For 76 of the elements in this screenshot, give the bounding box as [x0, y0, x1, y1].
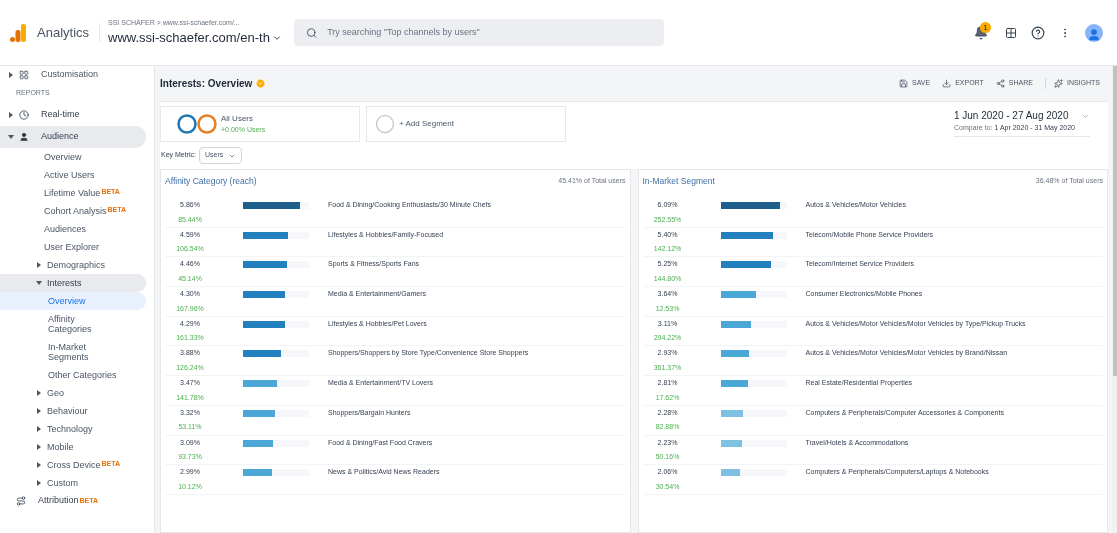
- nav-item[interactable]: Overview: [0, 147, 146, 166]
- nav-item[interactable]: Behaviour: [0, 401, 146, 420]
- nav-label: Real-time: [41, 107, 80, 121]
- caret-icon[interactable]: [36, 443, 42, 450]
- caret-icon[interactable]: [8, 71, 14, 78]
- nav-label: Lifetime Value: [44, 187, 101, 198]
- nav-label: Overview: [44, 151, 82, 162]
- segment-circles-icon: [177, 114, 217, 134]
- nav-label: Technology: [47, 423, 93, 434]
- nav-item[interactable]: Geo: [0, 383, 146, 402]
- nav-item[interactable]: Audience: [0, 125, 146, 148]
- sparkle-icon: [1053, 79, 1063, 88]
- nav-item[interactable]: Custom: [0, 473, 146, 492]
- nav-item[interactable]: Affinity Categories: [0, 309, 146, 338]
- grid-icon: [19, 69, 29, 80]
- caret-icon[interactable]: [36, 261, 42, 268]
- nav-label: Audiences: [44, 223, 87, 234]
- segment-name: All Users: [221, 112, 254, 125]
- nav-item[interactable]: Active Users: [0, 165, 146, 184]
- nav-label: Interests: [47, 277, 82, 288]
- route-icon: [16, 495, 26, 506]
- nav-label: Behaviour: [47, 405, 88, 416]
- nav-label: Custom: [47, 477, 78, 488]
- save-icon: [899, 79, 908, 88]
- nav-label: Mobile: [47, 441, 74, 452]
- caret-icon[interactable]: [8, 111, 14, 118]
- nav-label: Overview: [48, 295, 86, 306]
- nav-label: Geo: [47, 387, 64, 398]
- download-icon: [942, 79, 952, 88]
- report-title: Interests: Overview: [160, 77, 253, 91]
- nav-item[interactable]: Customisation: [0, 66, 146, 83]
- nav-item[interactable]: Mobile: [0, 437, 146, 456]
- segment-card[interactable]: + Add Segment: [366, 106, 566, 142]
- share-icon: [995, 79, 1005, 88]
- avatar[interactable]: [1085, 23, 1103, 42]
- nav-item[interactable]: Technology: [0, 419, 146, 438]
- search-field[interactable]: Try searching "Top channels by users": [327, 25, 652, 40]
- nav-label: User Explorer: [44, 241, 99, 252]
- search-icon: [305, 26, 318, 39]
- clock-icon: [19, 109, 29, 120]
- property-selector[interactable]: www.ssi-schaefer.com/en-th: [108, 28, 282, 48]
- person-icon: [19, 131, 29, 142]
- analytics-logo-icon: [10, 23, 26, 42]
- caret-icon[interactable]: [36, 425, 42, 432]
- caret-icon[interactable]: [8, 133, 14, 140]
- nav-label: In-Market Segments: [48, 341, 90, 362]
- nav-label: Attribution: [38, 493, 79, 507]
- nav-label: Cross Device: [47, 459, 101, 470]
- nav-item[interactable]: In-Market Segments: [0, 337, 146, 366]
- nav-item[interactable]: Real-time: [0, 103, 146, 126]
- search-bar[interactable]: Try searching "Top channels by users": [293, 19, 664, 46]
- nav-label: Demographics: [47, 259, 106, 270]
- segment-circle-icon: [375, 114, 395, 134]
- help-icon[interactable]: [1031, 25, 1045, 40]
- panel-title: Affinity Category (reach): [165, 174, 257, 188]
- panel-title: In-Market Segment: [642, 174, 715, 188]
- nav-label: Affinity Categories: [48, 313, 93, 334]
- caret-icon: [1081, 112, 1090, 121]
- caret-icon[interactable]: [36, 479, 42, 486]
- nav-label: Other Categories: [48, 369, 117, 380]
- nav-item[interactable]: Demographics: [0, 255, 146, 274]
- app-name: Analytics: [37, 22, 101, 43]
- caret-icon[interactable]: [36, 279, 42, 286]
- nav-label: Active Users: [44, 169, 95, 180]
- caret-icon[interactable]: [36, 461, 42, 468]
- apps-icon[interactable]: [1005, 26, 1017, 39]
- nav-item[interactable]: User Explorer: [0, 237, 146, 256]
- nav-item[interactable]: Interests: [0, 273, 146, 292]
- nav-label: Cohort Analysis: [44, 205, 107, 216]
- caret-icon[interactable]: [36, 407, 42, 414]
- nav-label: Audience: [41, 129, 79, 143]
- nav-item[interactable]: Audiences: [0, 219, 146, 238]
- segment-name: + Add Segment: [399, 118, 454, 130]
- notification-count: 1: [980, 22, 991, 33]
- nav-item[interactable]: Other Categories: [0, 365, 146, 384]
- caret-icon[interactable]: [36, 389, 42, 396]
